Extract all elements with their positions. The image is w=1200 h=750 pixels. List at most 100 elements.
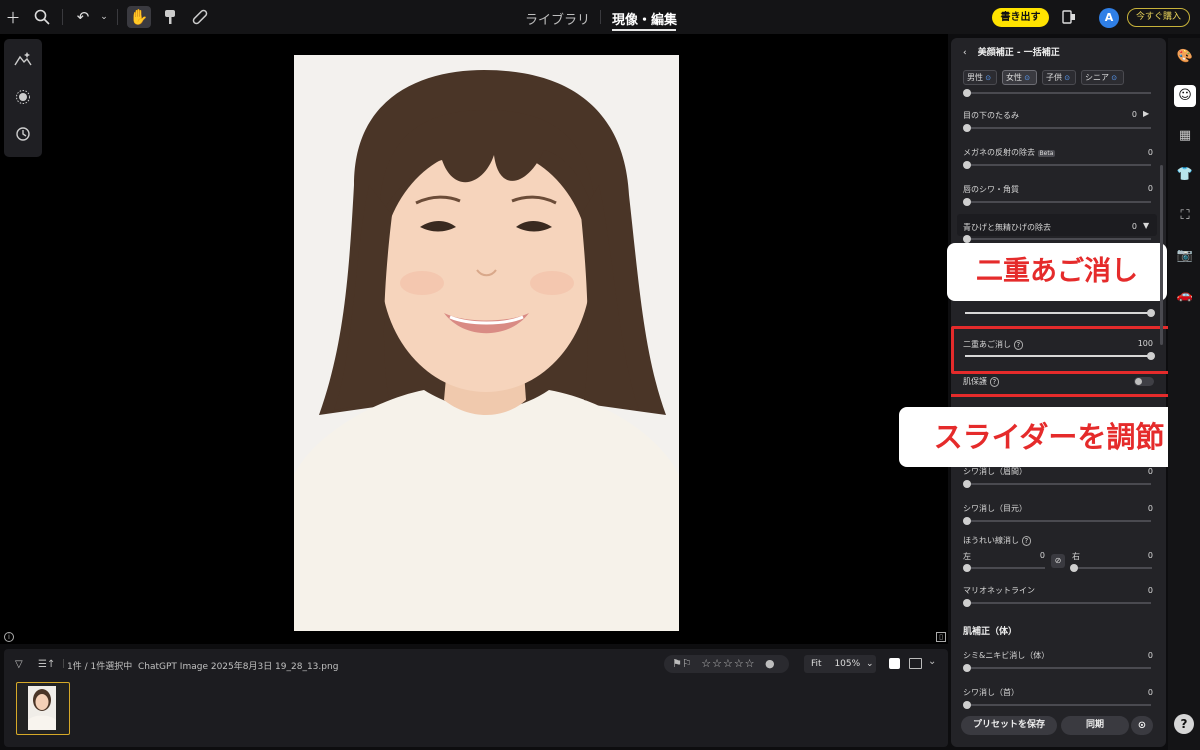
buy-now-button[interactable]: 今すぐ購入 bbox=[1127, 8, 1190, 27]
slider-knob[interactable] bbox=[963, 599, 971, 607]
zoom-level[interactable]: 105% bbox=[834, 659, 860, 669]
slider-track[interactable] bbox=[963, 701, 1151, 709]
face-icon[interactable]: ☺ bbox=[1174, 85, 1196, 107]
bandage-icon[interactable] bbox=[190, 7, 210, 27]
slider-value[interactable]: 0 bbox=[1121, 110, 1137, 119]
preset-chip-child[interactable]: 子供 ⊙ bbox=[1042, 70, 1076, 85]
slider-knob[interactable] bbox=[1147, 309, 1155, 317]
tab-library[interactable]: ライブラリ bbox=[525, 9, 590, 28]
chevron-down-icon[interactable]: ⌄ bbox=[94, 7, 114, 27]
slider-value[interactable]: 0 bbox=[1121, 222, 1137, 231]
skin-protect-toggle[interactable] bbox=[1134, 377, 1154, 386]
tab-develop-edit[interactable]: 現像・編集 bbox=[612, 9, 677, 28]
search-icon[interactable] bbox=[32, 7, 52, 27]
color-label-icon[interactable]: ● bbox=[765, 657, 775, 670]
slider-knob[interactable] bbox=[963, 198, 971, 206]
slider-knob[interactable] bbox=[963, 480, 971, 488]
history-icon[interactable] bbox=[13, 126, 33, 146]
chip-label: シニア bbox=[1085, 73, 1109, 82]
slider-knob[interactable] bbox=[963, 124, 971, 132]
slider-value[interactable]: 0 bbox=[1137, 504, 1153, 513]
slider-track[interactable] bbox=[963, 480, 1151, 488]
filmstrip-thumbnail[interactable] bbox=[16, 682, 70, 735]
chip-icon: ⊙ bbox=[1109, 74, 1118, 82]
chevron-down-icon[interactable]: ⌄ bbox=[866, 659, 874, 669]
slider-knob[interactable] bbox=[963, 701, 971, 709]
filter-icon[interactable]: ▽ bbox=[15, 659, 23, 670]
slider-knob[interactable] bbox=[963, 161, 971, 169]
slider-track[interactable] bbox=[963, 89, 1151, 97]
right-label: 右 bbox=[1072, 552, 1080, 561]
help-button[interactable]: ? bbox=[1174, 714, 1194, 734]
export-button[interactable]: 書き出す bbox=[992, 8, 1049, 27]
compare-icon[interactable] bbox=[1059, 7, 1079, 27]
slider-value[interactable]: 0 bbox=[1137, 688, 1153, 697]
hand-icon[interactable]: ✋ bbox=[129, 7, 149, 27]
slider-track[interactable] bbox=[963, 664, 1151, 672]
slider-track[interactable] bbox=[963, 198, 1151, 206]
filmstrip-bar: ▽ ☰↑ | 1件 / 1件選択中 ChatGPT Image 2025年8月3… bbox=[4, 649, 948, 747]
compare-view-icon[interactable] bbox=[909, 658, 922, 669]
slider-knob[interactable] bbox=[1070, 564, 1078, 572]
texture-icon[interactable]: ▦ bbox=[1174, 125, 1196, 147]
info-icon[interactable]: i bbox=[4, 632, 14, 642]
slider-knob[interactable] bbox=[963, 89, 971, 97]
preset-chip-senior[interactable]: シニア ⊙ bbox=[1081, 70, 1124, 85]
shirt-icon[interactable]: 👕 bbox=[1174, 164, 1196, 186]
selection-count: 1件 / 1件選択中 bbox=[67, 662, 133, 672]
camera-icon[interactable]: 📷 bbox=[1174, 245, 1196, 267]
sync-settings-icon[interactable]: ⊙ bbox=[1131, 716, 1153, 735]
ai-landscape-icon[interactable] bbox=[13, 51, 33, 71]
crop-icon[interactable]: ⛶ bbox=[1174, 205, 1196, 227]
brush-icon[interactable] bbox=[160, 7, 180, 27]
star-rating[interactable]: ☆☆☆☆☆ bbox=[701, 657, 755, 670]
back-chevron-icon[interactable]: ‹ bbox=[963, 48, 967, 58]
panel-scrollbar[interactable] bbox=[1160, 165, 1163, 345]
save-preset-button[interactable]: プリセットを保存 bbox=[961, 716, 1057, 735]
slider-knob[interactable] bbox=[963, 235, 971, 243]
slider-value[interactable]: 0 bbox=[1137, 467, 1153, 476]
slider-value[interactable]: 0 bbox=[1137, 586, 1153, 595]
expand-arrow-icon[interactable]: ▶ bbox=[1143, 109, 1149, 118]
plus-icon[interactable]: ＋ bbox=[3, 7, 23, 27]
slider-value[interactable]: 0 bbox=[1137, 651, 1153, 660]
sync-button[interactable]: 同期 bbox=[1061, 716, 1129, 735]
help-circle-icon[interactable]: ? bbox=[989, 377, 1000, 387]
flag-icon[interactable]: ⚑⚐ bbox=[672, 657, 692, 670]
slider-track-left[interactable] bbox=[963, 564, 1045, 572]
slider-track[interactable] bbox=[963, 124, 1151, 132]
link-icon[interactable]: ⊘ bbox=[1051, 554, 1065, 568]
preset-chip-male[interactable]: 男性 ⊙ bbox=[963, 70, 997, 85]
undo-icon[interactable]: ↶ bbox=[73, 7, 93, 27]
slider-knob[interactable] bbox=[963, 564, 971, 572]
slider-value[interactable]: 0 bbox=[1037, 551, 1045, 560]
slider-label: マリオネットライン bbox=[963, 586, 1035, 595]
zoom-control[interactable]: Fit 105% ⌄ bbox=[804, 655, 876, 673]
slider-knob[interactable] bbox=[963, 664, 971, 672]
palette-icon[interactable]: 🎨 bbox=[1174, 46, 1196, 68]
expand-arrow-icon[interactable]: ▼ bbox=[1143, 221, 1149, 230]
left-label: 左 bbox=[963, 552, 971, 561]
slider-track[interactable] bbox=[963, 235, 1151, 243]
slider-value[interactable]: 0 bbox=[1137, 148, 1153, 157]
chevron-down-icon[interactable]: ⌄ bbox=[928, 656, 936, 667]
preset-chip-female[interactable]: 女性 ⊙ bbox=[1002, 70, 1037, 85]
avatar[interactable]: A bbox=[1099, 8, 1119, 28]
slider-knob[interactable] bbox=[963, 517, 971, 525]
help-circle-icon[interactable]: ? bbox=[1021, 536, 1032, 546]
fit-button[interactable]: Fit bbox=[811, 659, 822, 669]
slider-track[interactable] bbox=[965, 309, 1155, 317]
slider-value[interactable]: 0 bbox=[1145, 551, 1153, 560]
slider-track[interactable] bbox=[963, 161, 1151, 169]
car-icon[interactable]: 🚗 bbox=[1174, 285, 1196, 307]
slider-value[interactable]: 0 bbox=[1137, 184, 1153, 193]
panel-header[interactable]: ‹ 美顔補正 - 一括補正 bbox=[963, 45, 1060, 58]
panel-toggle-icon[interactable]: ▯ bbox=[936, 632, 946, 642]
slider-track-right[interactable] bbox=[1070, 564, 1152, 572]
rating-bar[interactable]: ⚑⚐ ☆☆☆☆☆ ● bbox=[664, 655, 789, 673]
single-view-icon[interactable] bbox=[889, 658, 900, 669]
slider-track[interactable] bbox=[963, 517, 1151, 525]
slider-track[interactable] bbox=[963, 599, 1151, 607]
sort-icon[interactable]: ☰↑ bbox=[38, 659, 55, 670]
light-icon[interactable] bbox=[13, 89, 33, 109]
